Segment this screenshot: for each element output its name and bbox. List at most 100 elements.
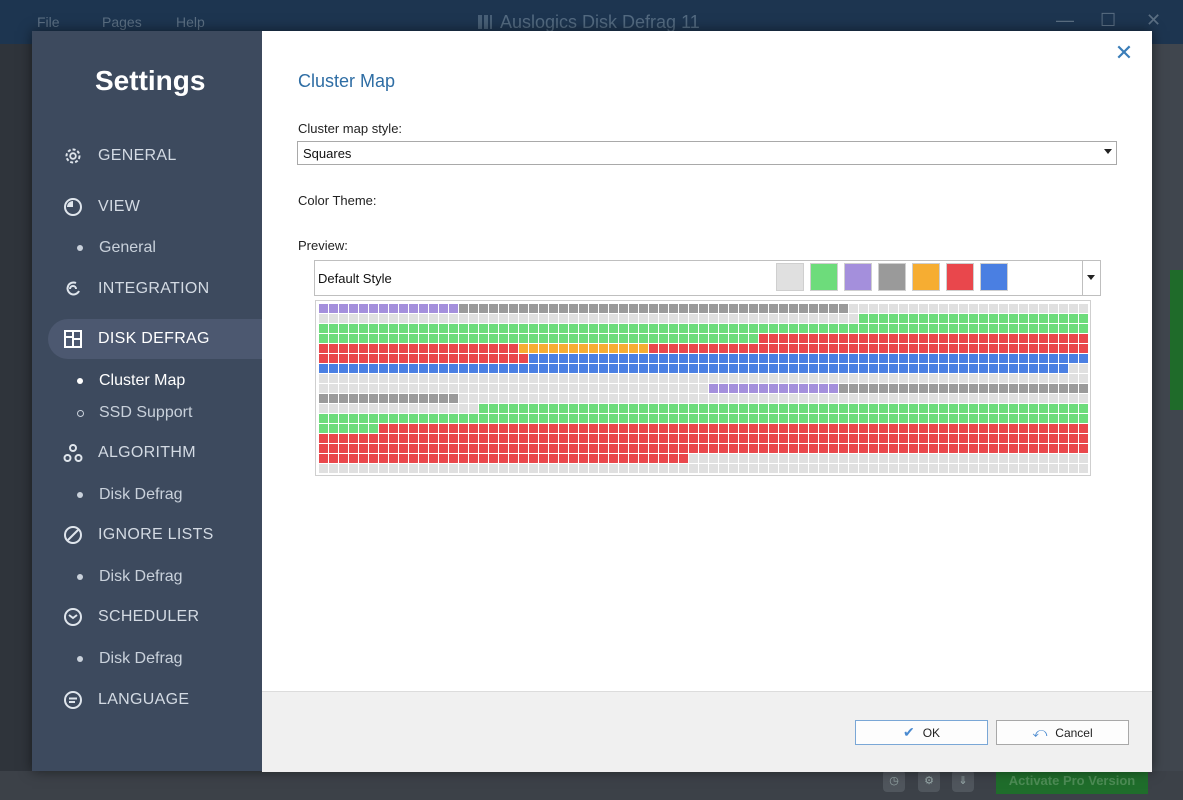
cluster-cell <box>339 424 348 433</box>
schedule-icon[interactable]: ◷ <box>883 770 905 792</box>
cluster-cell <box>1019 364 1028 373</box>
cluster-cell <box>369 364 378 373</box>
theme-dropdown-button[interactable] <box>1082 261 1100 295</box>
cluster-cell <box>889 384 898 393</box>
cluster-cell <box>659 444 668 453</box>
cluster-cell <box>1069 424 1078 433</box>
cluster-cell <box>889 334 898 343</box>
cluster-cell <box>349 344 358 353</box>
cluster-cell <box>1049 344 1058 353</box>
nav-ignore-lists-label: IGNORE LISTS <box>98 526 214 543</box>
sub-ignore-disk-defrag[interactable]: Disk Defrag <box>32 563 262 591</box>
cluster-cell <box>899 454 908 463</box>
sub-algorithm-disk-defrag[interactable]: Disk Defrag <box>32 481 262 509</box>
cluster-cell <box>619 344 628 353</box>
cluster-cell <box>869 424 878 433</box>
cluster-cell <box>439 324 448 333</box>
nav-view[interactable]: VIEW <box>32 187 262 227</box>
cluster-cell <box>1059 304 1068 313</box>
cluster-cell <box>869 454 878 463</box>
close-icon[interactable]: ✕ <box>1114 42 1134 64</box>
close-window-icon[interactable]: ✕ <box>1146 10 1161 31</box>
menu-file[interactable]: File <box>37 14 60 30</box>
cluster-cell <box>409 304 418 313</box>
cluster-cell <box>599 404 608 413</box>
cluster-cell <box>1059 454 1068 463</box>
sub-ignore-disk-defrag-label: Disk Defrag <box>99 568 183 585</box>
sub-ssd-support[interactable]: SSD Support <box>32 399 262 427</box>
cluster-cell <box>659 394 668 403</box>
cluster-cell <box>689 314 698 323</box>
nav-algorithm[interactable]: ALGORITHM <box>32 433 262 473</box>
cluster-cell <box>339 334 348 343</box>
cluster-cell <box>579 394 588 403</box>
cluster-cell <box>459 364 468 373</box>
cluster-cell <box>1039 404 1048 413</box>
cluster-cell <box>889 374 898 383</box>
cluster-cell <box>979 444 988 453</box>
minimize-icon[interactable]: — <box>1056 10 1074 31</box>
nav-ignore-lists[interactable]: IGNORE LISTS <box>32 515 262 555</box>
expand-icon[interactable]: ⇓ <box>952 770 974 792</box>
cluster-cell <box>769 464 778 473</box>
cluster-cell <box>959 304 968 313</box>
nav-integration[interactable]: INTEGRATION <box>32 269 262 309</box>
cluster-cell <box>579 314 588 323</box>
cluster-cell <box>469 324 478 333</box>
cluster-cell <box>939 434 948 443</box>
cluster-cell <box>1019 424 1028 433</box>
cluster-cell <box>769 394 778 403</box>
cluster-cell <box>819 464 828 473</box>
sub-scheduler-disk-defrag[interactable]: Disk Defrag <box>32 645 262 673</box>
cluster-cell <box>759 394 768 403</box>
color-theme-select[interactable]: Default Style <box>314 260 1101 296</box>
cluster-cell <box>739 384 748 393</box>
cluster-style-select[interactable]: Squares <box>297 141 1117 165</box>
nav-scheduler[interactable]: SCHEDULER <box>32 597 262 637</box>
cluster-cell <box>889 414 898 423</box>
menu-help[interactable]: Help <box>176 14 205 30</box>
cluster-cell <box>1079 444 1088 453</box>
cluster-cell <box>929 394 938 403</box>
menu-pages[interactable]: Pages <box>102 14 142 30</box>
cluster-cell <box>439 314 448 323</box>
cluster-cell <box>919 314 928 323</box>
cluster-cell <box>569 434 578 443</box>
nav-disk-defrag[interactable]: DISK DEFRAG <box>48 319 262 359</box>
cluster-cell <box>1029 464 1038 473</box>
cluster-cell <box>829 414 838 423</box>
maximize-icon[interactable]: ☐ <box>1100 10 1116 31</box>
sub-cluster-map[interactable]: Cluster Map <box>32 367 262 395</box>
ok-button[interactable]: ✔ OK <box>855 720 988 745</box>
cluster-cell <box>999 374 1008 383</box>
cluster-cell <box>579 364 588 373</box>
cluster-cell <box>399 414 408 423</box>
cluster-cell <box>749 384 758 393</box>
cancel-button[interactable]: ⤺ Cancel <box>996 720 1129 745</box>
cluster-cell <box>529 304 538 313</box>
cluster-cell <box>329 374 338 383</box>
cluster-cell <box>609 374 618 383</box>
cluster-cell <box>319 454 328 463</box>
cluster-cell <box>459 354 468 363</box>
sub-view-general[interactable]: General <box>32 234 262 262</box>
cluster-cell <box>519 364 528 373</box>
cluster-cell <box>329 314 338 323</box>
cluster-cell <box>549 324 558 333</box>
sub-view-general-label: General <box>99 239 156 256</box>
cluster-cell <box>559 304 568 313</box>
cluster-cell <box>489 454 498 463</box>
cluster-cell <box>679 444 688 453</box>
cluster-cell <box>519 394 528 403</box>
cluster-cell <box>1039 314 1048 323</box>
cluster-cell <box>809 384 818 393</box>
settings-gear-icon[interactable]: ⚙ <box>918 770 940 792</box>
cluster-cell <box>329 434 338 443</box>
cluster-cell <box>719 464 728 473</box>
cluster-cell <box>319 434 328 443</box>
cluster-cell <box>429 444 438 453</box>
cluster-cell <box>899 444 908 453</box>
nav-general[interactable]: GENERAL <box>32 136 262 176</box>
cluster-cell <box>949 454 958 463</box>
nav-language[interactable]: LANGUAGE <box>32 680 262 720</box>
